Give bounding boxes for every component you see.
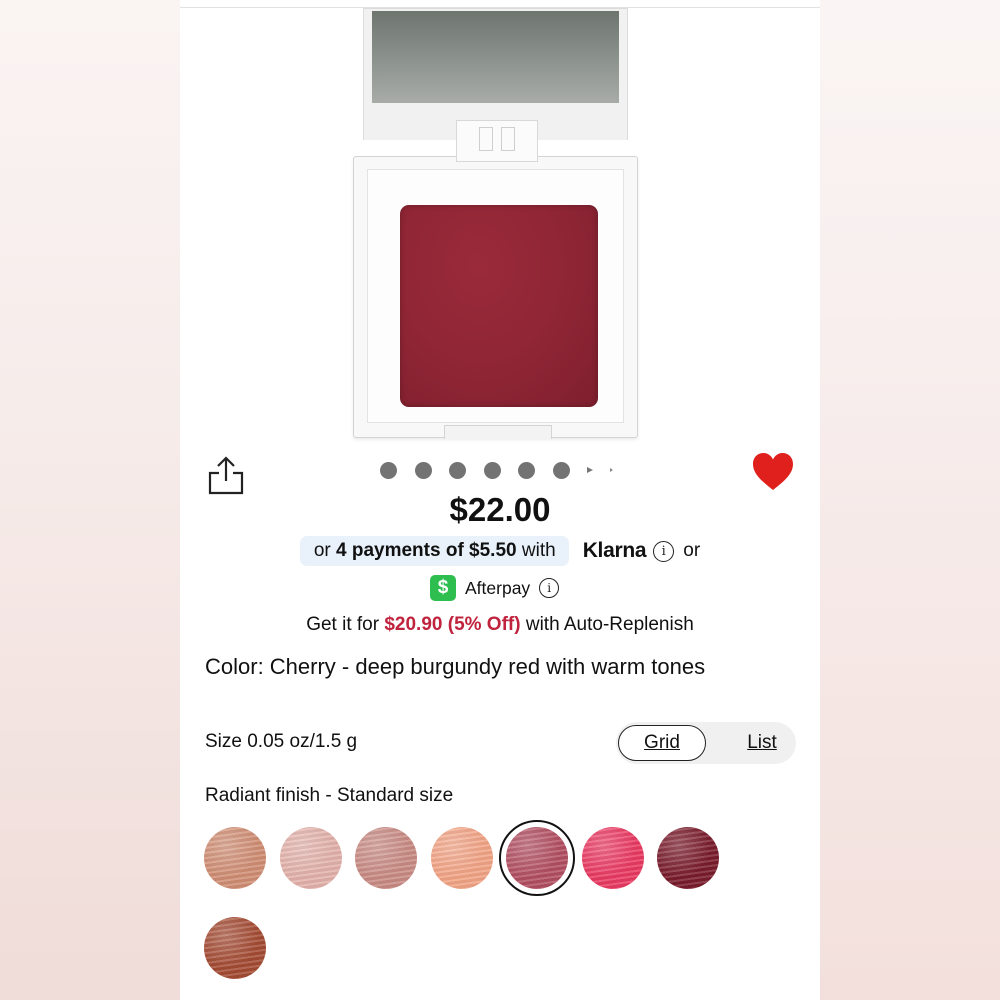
carousel-dot[interactable]	[483, 461, 501, 479]
left-background	[0, 0, 180, 1000]
replenish-suffix: with Auto-Replenish	[525, 614, 694, 635]
share-icon	[208, 456, 244, 495]
klarna-installments-pill[interactable]: or 4 payments of $5.50 with	[299, 536, 569, 566]
compact-clasp	[444, 425, 552, 439]
color-swatch[interactable]	[204, 917, 266, 979]
color-swatch[interactable]	[279, 827, 342, 889]
favorite-button[interactable]	[751, 450, 795, 494]
product-price: $22.00	[449, 491, 551, 528]
right-background	[820, 0, 1000, 1000]
share-button[interactable]	[204, 452, 248, 496]
afterpay-label: Afterpay	[465, 577, 531, 598]
finish-size-label: Radiant finish - Standard size	[205, 785, 454, 806]
installments-prefix: or	[313, 540, 331, 561]
payment-or: or	[683, 540, 701, 561]
klarna-info-icon[interactable]: i	[653, 540, 675, 562]
klarna-logo[interactable]: Klarna	[583, 539, 647, 563]
product-page: $22.00 or 4 payments of $5.50 with Klarn…	[180, 0, 820, 1000]
color-swatch[interactable]	[204, 827, 266, 889]
afterpay-info-icon[interactable]: i	[539, 578, 560, 598]
view-toggle: Grid List	[616, 722, 796, 764]
compact-base	[353, 156, 638, 439]
carousel-dot[interactable]	[552, 461, 570, 479]
product-size: Size 0.05 oz/1.5 g	[205, 731, 358, 752]
installments-with: with	[521, 540, 556, 561]
carousel-dot[interactable]	[380, 461, 397, 479]
compact-mirror	[372, 11, 619, 103]
auto-replenish-offer: Get it for $20.90 (5% Off) with Auto-Rep…	[180, 614, 820, 636]
installments-amount: 4 payments of $5.50	[336, 540, 517, 561]
carousel-more-indicator	[587, 467, 593, 473]
compact-hinge	[456, 120, 538, 162]
afterpay-cash-icon: $	[430, 575, 456, 601]
color-swatch[interactable]	[506, 827, 568, 889]
grid-view-button[interactable]: Grid	[618, 725, 706, 761]
replenish-deal-price: $20.90 (5% Off)	[384, 614, 521, 635]
selected-color-description: Color: Cherry - deep burgundy red with w…	[205, 654, 706, 679]
color-swatch[interactable]	[355, 827, 417, 889]
color-swatch[interactable]	[430, 827, 493, 889]
list-view-button[interactable]: List	[734, 725, 790, 761]
replenish-prefix: Get it for	[306, 614, 380, 635]
color-swatch[interactable]	[657, 827, 719, 889]
carousel-dot[interactable]	[414, 461, 432, 479]
carousel-more-indicator-small	[610, 468, 613, 472]
afterpay-option[interactable]: $ Afterpay i	[430, 574, 560, 602]
carousel-dot[interactable]	[449, 461, 466, 479]
carousel-dots[interactable]	[380, 461, 613, 479]
payment-options: or 4 payments of $5.50 with Klarna i or	[180, 534, 820, 568]
color-swatch[interactable]	[581, 827, 644, 889]
product-image[interactable]	[353, 8, 638, 439]
heart-icon	[753, 453, 793, 490]
product-pan	[400, 205, 598, 407]
carousel-dot[interactable]	[518, 461, 535, 479]
